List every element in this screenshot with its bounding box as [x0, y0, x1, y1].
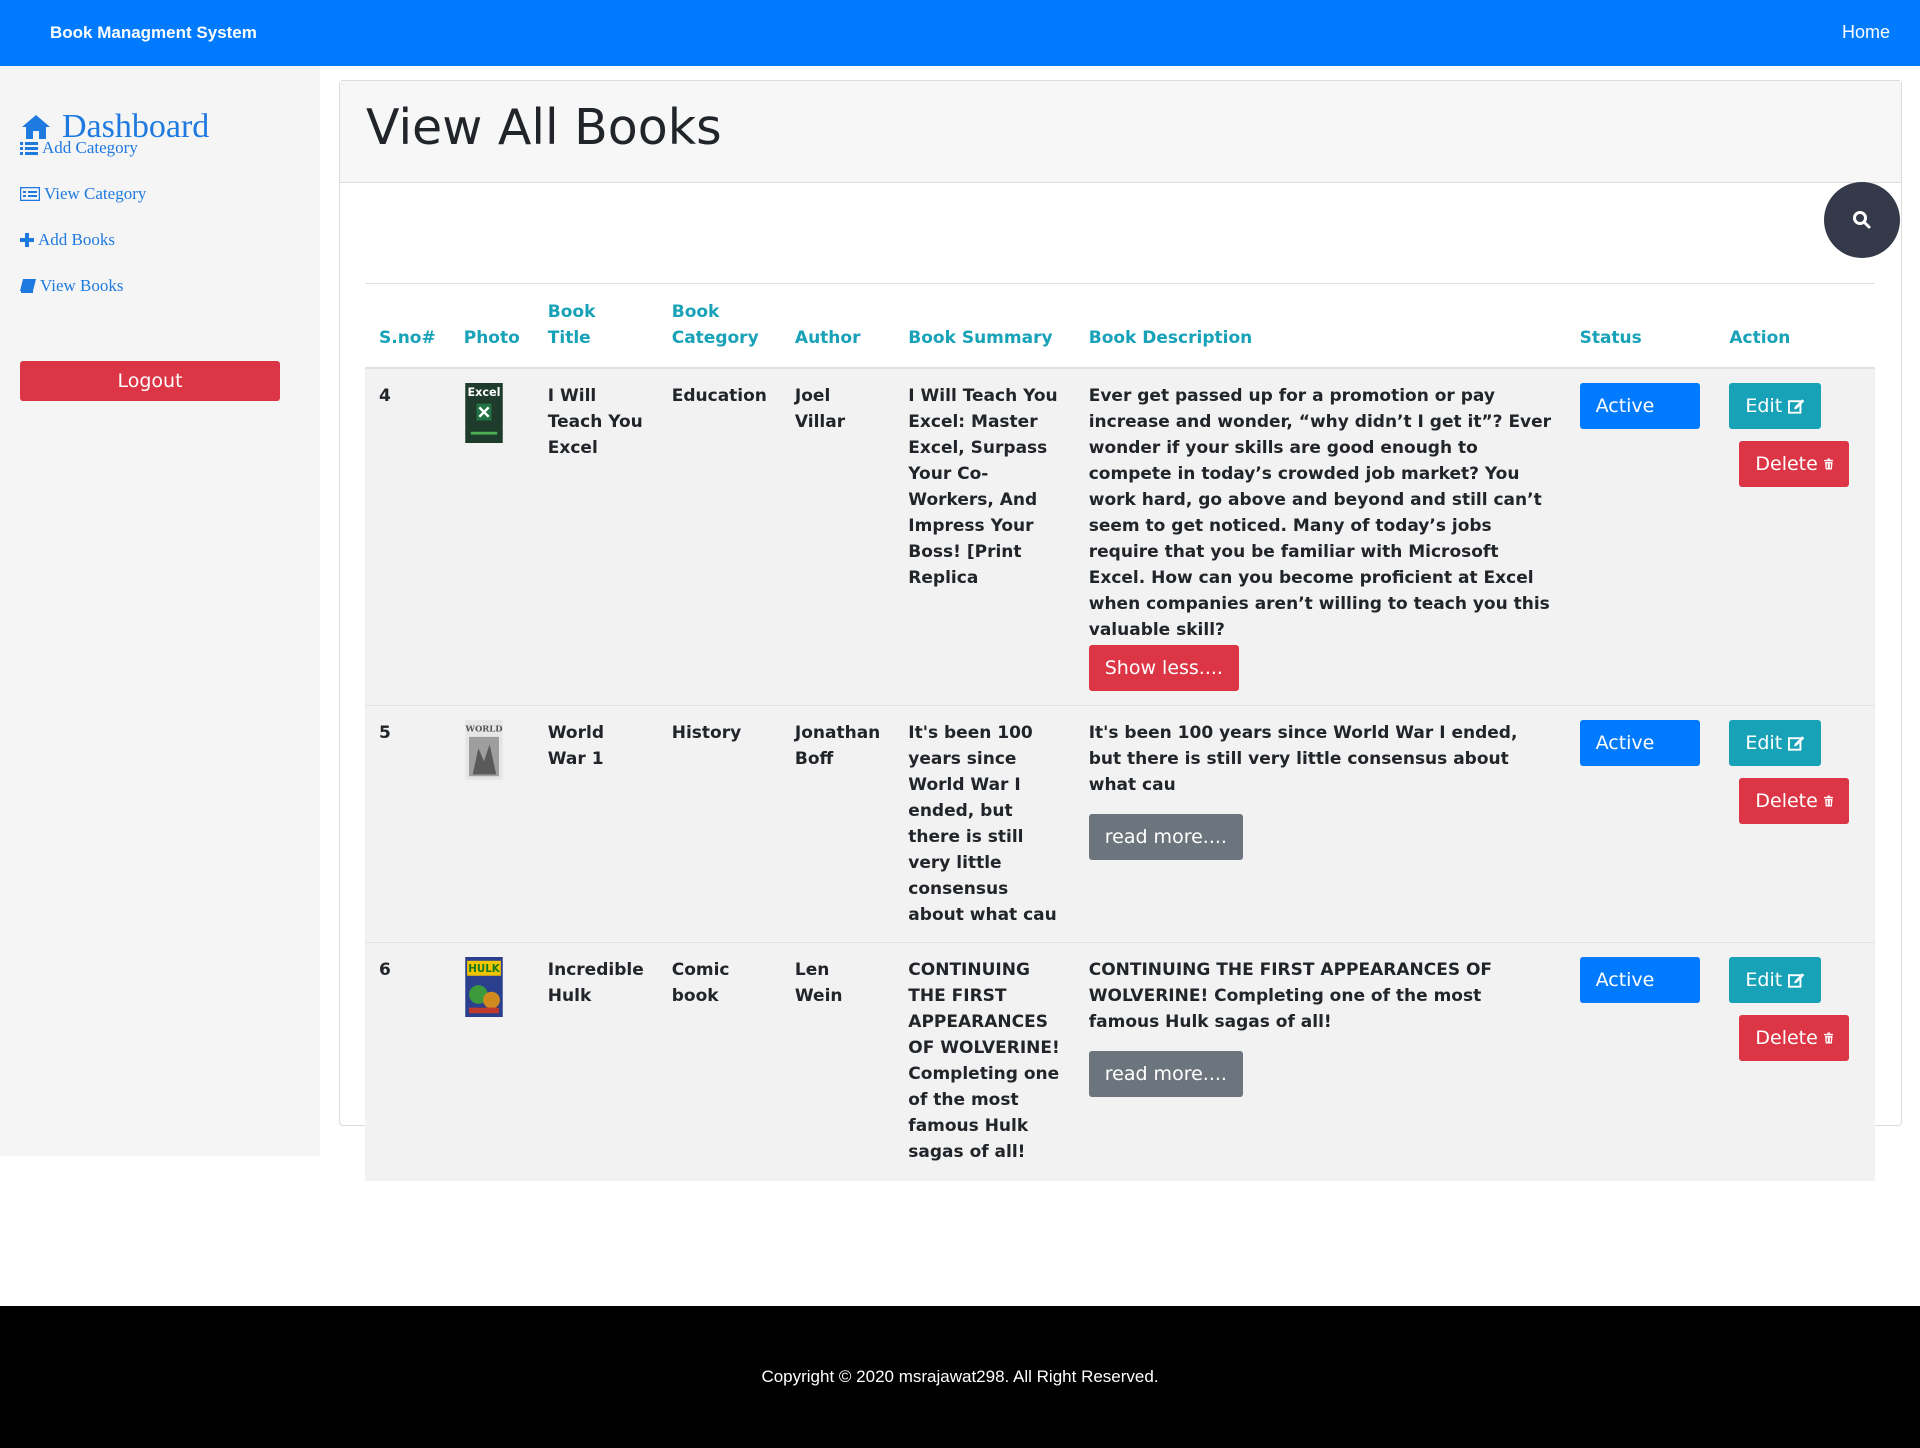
search-button[interactable]	[1824, 182, 1900, 258]
delete-label: Delete	[1755, 789, 1818, 812]
edit-label: Edit	[1745, 394, 1783, 417]
col-header-book-category[interactable]: Book Category	[657, 283, 781, 369]
status-active-button[interactable]: Active	[1579, 382, 1700, 429]
status-active-button[interactable]: Active	[1579, 719, 1700, 766]
cell-description: It's been 100 years since World War I en…	[1074, 704, 1566, 942]
table-row: 5 WORLD World War 1 History Jonathan Bof…	[365, 704, 1875, 942]
edit-label: Edit	[1745, 968, 1783, 991]
cell-sno: 6	[365, 941, 450, 1181]
plus-icon	[20, 233, 34, 247]
sidebar-item-add-category[interactable]: Add Category	[20, 138, 138, 158]
trash-icon	[1823, 1032, 1834, 1043]
trash-icon	[1823, 458, 1834, 469]
cell-title: World War 1	[533, 704, 658, 942]
cell-author: Len Wein	[780, 941, 895, 1181]
book-cover-text: HULK	[468, 963, 501, 975]
delete-button[interactable]: Delete	[1739, 440, 1850, 487]
cell-status: Active	[1565, 704, 1716, 942]
delete-label: Delete	[1755, 1026, 1818, 1049]
cell-action: Edit Delete	[1715, 941, 1875, 1181]
edit-icon	[1788, 398, 1805, 414]
cell-photo: WORLD	[449, 704, 534, 942]
cell-summary: I Will Teach You Excel: Master Excel, Su…	[894, 367, 1075, 705]
search-icon	[1853, 211, 1871, 229]
table-row: 6 HULK Incredible Hulk Comic book Len We…	[365, 941, 1875, 1181]
list-icon	[20, 142, 38, 155]
book-cover-text: WORLD	[464, 723, 502, 733]
cell-category: History	[657, 704, 781, 942]
card-header: View All Books	[340, 81, 1901, 183]
footer: Copyright © 2020 msrajawat298. All Right…	[0, 1306, 1920, 1448]
edit-button[interactable]: Edit	[1729, 719, 1822, 766]
cell-summary: It's been 100 years since World War I en…	[894, 704, 1075, 942]
home-icon	[22, 115, 50, 139]
cell-sno: 5	[365, 704, 450, 942]
delete-button[interactable]: Delete	[1739, 1014, 1850, 1061]
sidebar-item-label: View Books	[40, 276, 124, 295]
book-icon	[20, 279, 36, 293]
description-text: CONTINUING THE FIRST APPEARANCES OF WOLV…	[1088, 959, 1493, 1032]
edit-button[interactable]: Edit	[1729, 382, 1822, 429]
brand-title[interactable]: Book Managment System	[50, 23, 257, 43]
col-header-book-summary[interactable]: Book Summary	[894, 283, 1075, 369]
cell-photo: HULK	[449, 941, 534, 1181]
edit-label: Edit	[1745, 731, 1783, 754]
col-header-book-description[interactable]: Book Description	[1074, 283, 1566, 369]
book-cover-text: Excel	[467, 386, 500, 399]
read-more-button[interactable]: read more....	[1088, 1050, 1243, 1097]
cell-author: Jonathan Boff	[780, 704, 895, 942]
cell-description: CONTINUING THE FIRST APPEARANCES OF WOLV…	[1074, 941, 1566, 1181]
page-title: View All Books	[366, 99, 722, 156]
book-cover-image: WORLD	[464, 719, 503, 780]
logout-button[interactable]: Logout	[20, 361, 280, 401]
col-header-photo[interactable]: Photo	[449, 283, 534, 369]
cell-action: Edit Delete	[1715, 704, 1875, 942]
top-navbar: Book Managment System Home	[0, 0, 1920, 66]
sidebar-item-label: Add Category	[42, 138, 138, 157]
table-header-row: S.no# Photo Book Title Book Category Aut…	[365, 283, 1875, 369]
nav-home-link[interactable]: Home	[1842, 22, 1890, 43]
cell-status: Active	[1565, 941, 1716, 1181]
delete-button[interactable]: Delete	[1739, 777, 1850, 824]
col-header-book-title[interactable]: Book Title	[533, 283, 658, 369]
trash-icon	[1823, 795, 1834, 806]
col-header-sno[interactable]: S.no#	[365, 283, 450, 369]
cell-summary: CONTINUING THE FIRST APPEARANCES OF WOLV…	[894, 941, 1075, 1181]
cell-category: Comic book	[657, 941, 781, 1181]
sidebar: Dashboard Add Category View Category Add…	[0, 66, 320, 1156]
cell-author: Joel Villar	[780, 367, 895, 705]
read-more-button[interactable]: read more....	[1088, 813, 1243, 860]
sidebar-item-add-books[interactable]: Add Books	[20, 230, 115, 250]
col-header-author[interactable]: Author	[780, 283, 895, 369]
edit-icon	[1788, 735, 1805, 751]
sidebar-item-view-books[interactable]: View Books	[20, 276, 124, 296]
sidebar-item-label: Add Books	[38, 230, 115, 249]
book-cover-image: HULK	[464, 956, 503, 1017]
cell-category: Education	[657, 367, 781, 705]
book-cover-image: Excel	[464, 382, 503, 443]
sidebar-item-label: View Category	[44, 184, 147, 203]
delete-label: Delete	[1755, 452, 1818, 475]
edit-icon	[1788, 972, 1805, 988]
col-header-action[interactable]: Action	[1715, 283, 1875, 369]
copyright-text: Copyright © 2020 msrajawat298. All Right…	[761, 1367, 1159, 1386]
cell-title: Incredible Hulk	[533, 941, 658, 1181]
table-row: 4 Excel I Will Teach You Excel Education…	[365, 367, 1875, 705]
col-header-status[interactable]: Status	[1565, 283, 1716, 369]
status-active-button[interactable]: Active	[1579, 956, 1700, 1003]
description-text: It's been 100 years since World War I en…	[1088, 722, 1518, 795]
books-table: S.no# Photo Book Title Book Category Aut…	[365, 283, 1875, 1181]
card-list-icon	[20, 187, 40, 201]
cell-title: I Will Teach You Excel	[533, 367, 658, 705]
cell-sno: 4	[365, 367, 450, 705]
cell-photo: Excel	[449, 367, 534, 705]
sidebar-item-view-category[interactable]: View Category	[20, 184, 146, 204]
cell-action: Edit Delete	[1715, 367, 1875, 705]
edit-button[interactable]: Edit	[1729, 956, 1822, 1003]
cell-status: Active	[1565, 367, 1716, 705]
description-text: Ever get passed up for a promotion or pa…	[1088, 385, 1552, 640]
show-less-button[interactable]: Show less....	[1088, 644, 1239, 691]
cell-description: Ever get passed up for a promotion or pa…	[1074, 367, 1566, 705]
